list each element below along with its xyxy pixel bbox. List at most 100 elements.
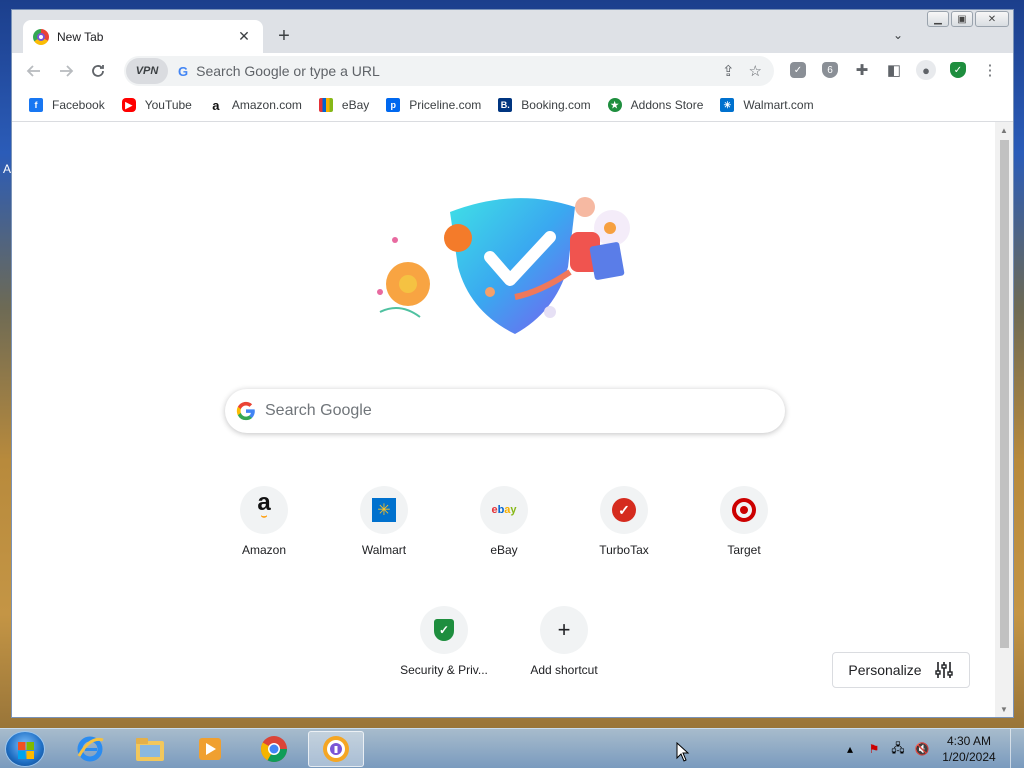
- forward-button[interactable]: [52, 57, 80, 85]
- add-shortcut-button[interactable]: + Add shortcut: [508, 606, 620, 677]
- extensions-area: ✓ 6 ✚ ◧ ● ✓ ⋮: [787, 59, 1001, 81]
- security-extension-icon[interactable]: ✓: [947, 59, 969, 81]
- tab-new-tab[interactable]: New Tab ✕: [23, 20, 263, 53]
- shortcut-label: eBay: [490, 543, 518, 557]
- shortcut-label: Add shortcut: [530, 663, 598, 677]
- personalize-button[interactable]: Personalize: [832, 652, 970, 688]
- network-icon[interactable]: 🖧: [890, 741, 906, 757]
- clock[interactable]: 4:30 AM 1/20/2024: [934, 733, 1004, 765]
- bookmark-label: eBay: [341, 98, 370, 112]
- action-center-flag-icon[interactable]: ⚑: [866, 741, 882, 757]
- tab-strip: New Tab ✕ + ⌄: [12, 10, 1013, 53]
- taskbar: ▴ ⚑ 🖧 🔇 4:30 AM 1/20/2024: [0, 728, 1024, 768]
- turbotax-icon: ✓: [600, 486, 648, 534]
- ntp-search-box[interactable]: [225, 389, 785, 433]
- vpn-button[interactable]: VPN: [126, 58, 168, 84]
- shortcut-target[interactable]: Target: [688, 486, 800, 557]
- amazon-icon: a: [208, 98, 223, 113]
- walmart-icon: ✳: [360, 486, 408, 534]
- address-bar[interactable]: VPN G ⇪ ☆: [124, 56, 774, 86]
- booking-icon: B.: [498, 98, 513, 112]
- reload-icon: [92, 65, 104, 77]
- browser-window: ▁ ▣ ✕ New Tab ✕ + ⌄ VPN G ⇪ ☆: [11, 9, 1014, 718]
- back-button[interactable]: [20, 57, 48, 85]
- facebook-icon: f: [29, 98, 43, 112]
- google-g-icon: [236, 401, 255, 421]
- start-button[interactable]: [5, 731, 45, 767]
- kebab-menu-icon[interactable]: ⋮: [979, 59, 1001, 81]
- tab-search-chevron-icon[interactable]: ⌄: [893, 28, 903, 42]
- share-icon[interactable]: ⇪: [722, 62, 735, 80]
- shortcut-walmart[interactable]: ✳ Walmart: [328, 486, 440, 557]
- bookmark-ebay[interactable]: eBay: [318, 98, 370, 112]
- windows-logo-icon: [18, 742, 34, 759]
- bookmarks-bar: f Facebook ▶ YouTube a Amazon.com eBay p…: [12, 89, 1013, 122]
- clock-date: 1/20/2024: [942, 750, 996, 764]
- bookmark-priceline[interactable]: p Priceline.com: [386, 98, 481, 112]
- bookmark-amazon[interactable]: a Amazon.com: [208, 98, 302, 113]
- security-illustration: [377, 197, 630, 334]
- clock-time: 4:30 AM: [946, 734, 992, 748]
- bookmark-addons-store[interactable]: ★ Addons Store: [607, 98, 704, 112]
- scroll-thumb[interactable]: [1000, 140, 1009, 648]
- taskbar-chrome[interactable]: [246, 731, 302, 767]
- reload-button[interactable]: [84, 57, 112, 85]
- bookmark-label: YouTube: [144, 98, 192, 112]
- security-shield-icon: ✓: [420, 606, 468, 654]
- target-icon: [720, 486, 768, 534]
- puzzle-piece-icon[interactable]: ✚: [851, 59, 873, 81]
- bookmark-star-icon[interactable]: ☆: [749, 62, 762, 80]
- new-tab-page: a⌣ Amazon ✳ Walmart ebay eBay ✓ TurboTax: [12, 122, 996, 717]
- page-scrollbar[interactable]: ▲ ▼: [995, 122, 1013, 717]
- url-input[interactable]: [196, 63, 722, 79]
- profile-avatar[interactable]: ●: [915, 59, 937, 81]
- shortcut-label: Amazon: [241, 543, 287, 557]
- arrow-right-icon: [60, 65, 74, 77]
- youtube-icon: ▶: [121, 98, 136, 112]
- bookmark-facebook[interactable]: f Facebook: [29, 98, 105, 112]
- shortcut-label: Security & Priv...: [400, 663, 488, 677]
- taskbar-internet-explorer[interactable]: [62, 731, 118, 767]
- walmart-icon: ✳: [720, 98, 735, 112]
- taskbar-file-explorer[interactable]: [122, 731, 178, 767]
- extension-badge-icon[interactable]: ✓: [787, 59, 809, 81]
- extension-shield-icon[interactable]: 6: [819, 59, 841, 81]
- shortcut-amazon[interactable]: a ⌣ Amazon: [208, 486, 320, 557]
- ebay-icon: ebay: [480, 486, 528, 534]
- internet-explorer-icon: [77, 736, 104, 762]
- bookmark-booking[interactable]: B. Booking.com: [498, 98, 591, 112]
- volume-muted-icon[interactable]: 🔇: [914, 741, 930, 757]
- show-desktop-button[interactable]: [1010, 729, 1024, 768]
- shortcut-turbotax[interactable]: ✓ TurboTax: [568, 486, 680, 557]
- shortcut-ebay[interactable]: ebay eBay: [448, 486, 560, 557]
- browser-favicon-icon: [33, 28, 49, 45]
- shortcut-label: TurboTax: [599, 543, 649, 557]
- bookmark-label: Addons Store: [630, 98, 704, 112]
- media-player-icon: [199, 738, 221, 760]
- shortcut-label: Walmart: [361, 543, 407, 557]
- ntp-search-input[interactable]: [265, 402, 785, 420]
- tab-title: New Tab: [57, 29, 104, 44]
- system-tray: ▴ ⚑ 🖧 🔇 4:30 AM 1/20/2024: [838, 729, 1024, 768]
- mouse-cursor-icon: [676, 742, 690, 762]
- toolbar: VPN G ⇪ ☆ ✓ 6 ✚ ◧ ● ✓ ⋮: [12, 53, 1013, 89]
- bookmark-label: Booking.com: [521, 98, 591, 112]
- folder-icon: [136, 738, 164, 761]
- shortcut-security-privacy[interactable]: ✓ Security & Priv...: [388, 606, 500, 677]
- close-tab-icon[interactable]: ✕: [235, 28, 253, 45]
- show-hidden-icons-icon[interactable]: ▴: [842, 741, 858, 757]
- bookmark-walmart[interactable]: ✳ Walmart.com: [720, 98, 814, 112]
- bookmark-youtube[interactable]: ▶ YouTube: [121, 98, 192, 112]
- side-panel-icon[interactable]: ◧: [883, 59, 905, 81]
- desktop-icon-fragment: A: [3, 162, 12, 176]
- scroll-down-arrow-icon[interactable]: ▼: [995, 705, 1013, 714]
- amazon-icon: a ⌣: [240, 486, 288, 534]
- scroll-up-arrow-icon[interactable]: ▲: [995, 126, 1013, 135]
- bookmark-label: Facebook: [52, 98, 105, 112]
- taskbar-secure-browser[interactable]: [308, 731, 364, 767]
- new-tab-button[interactable]: +: [274, 26, 294, 46]
- priceline-icon: p: [386, 98, 401, 112]
- secure-browser-icon: [323, 736, 349, 762]
- arrow-left-icon: [26, 65, 40, 77]
- taskbar-media-player[interactable]: [182, 731, 238, 767]
